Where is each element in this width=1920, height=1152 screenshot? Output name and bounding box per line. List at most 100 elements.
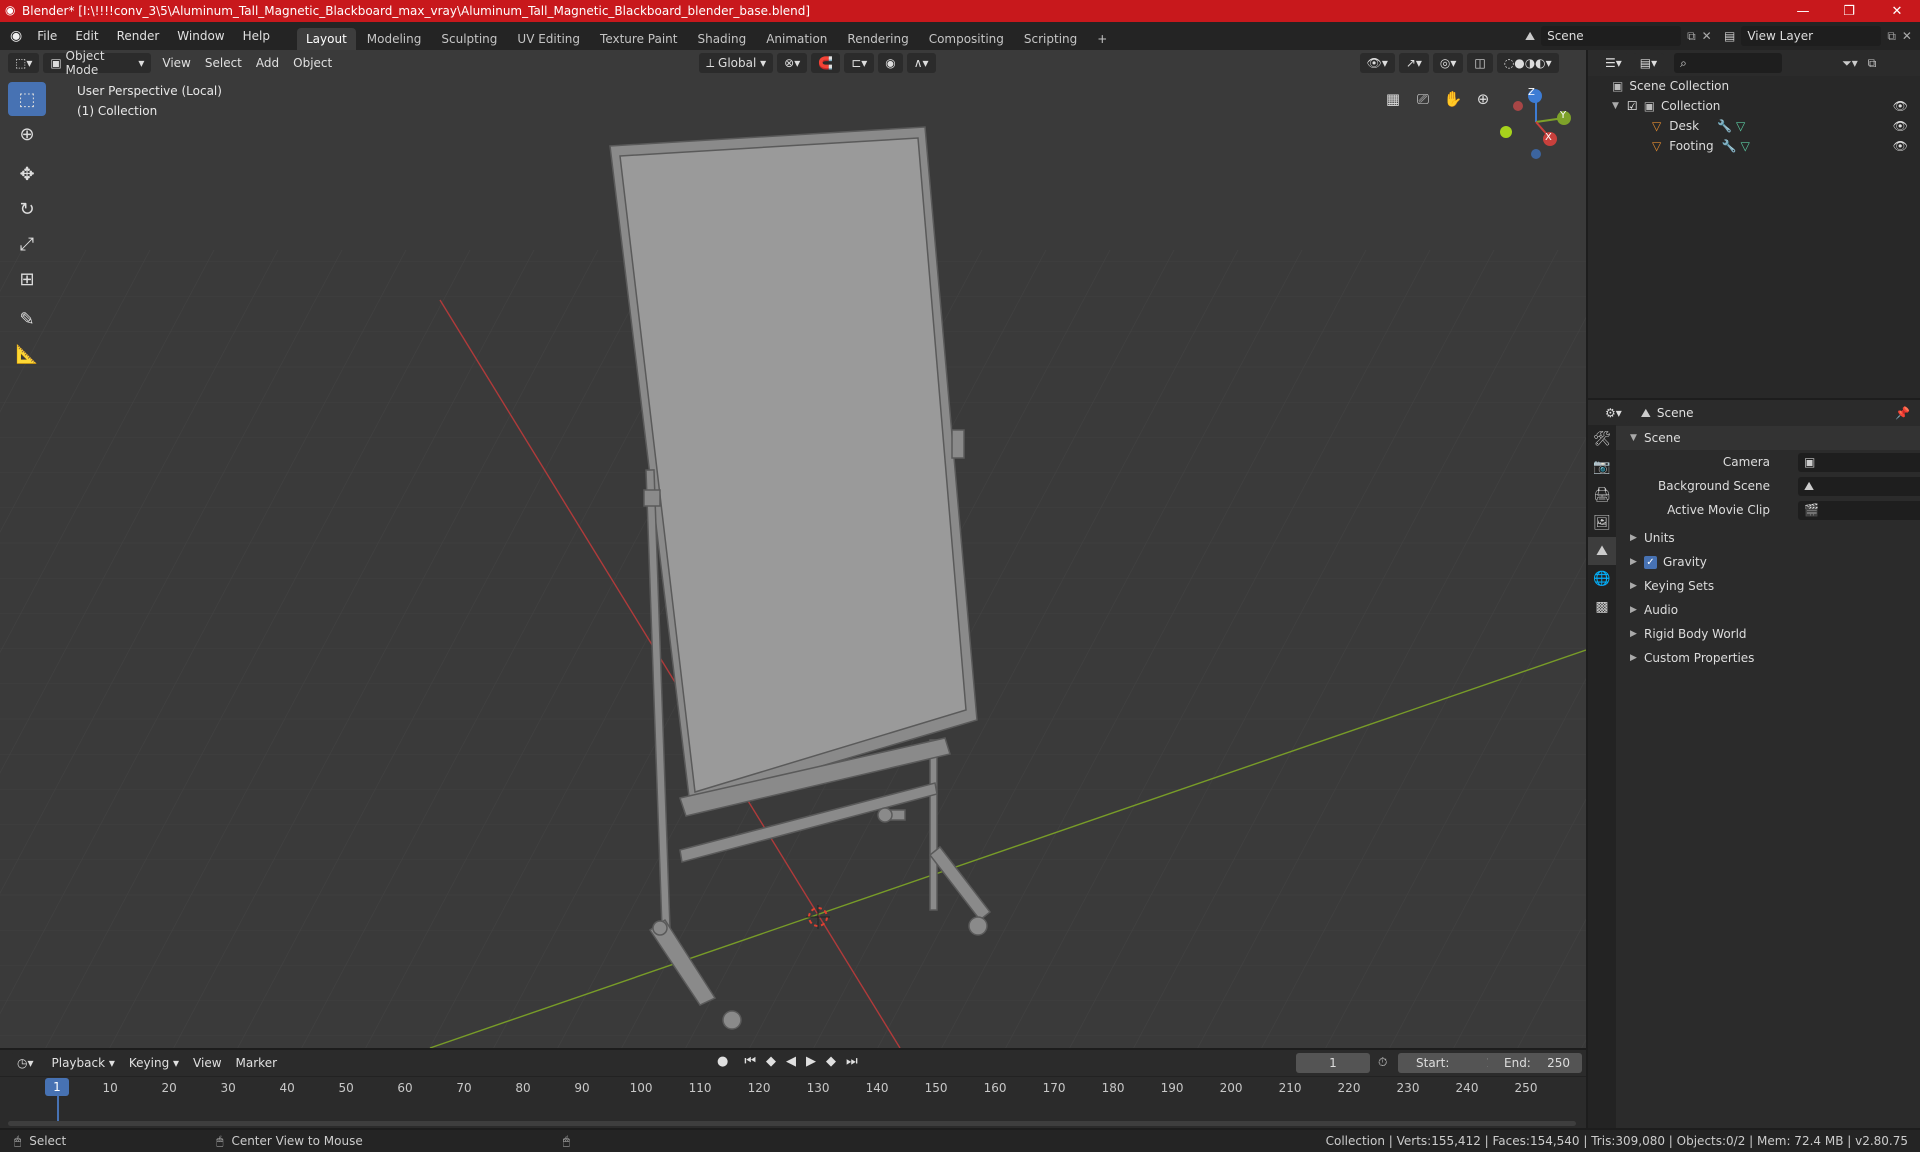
falloff-icon[interactable]: ∧▾ bbox=[906, 53, 936, 73]
scene-panel-header[interactable]: ▼ Scene bbox=[1616, 426, 1920, 450]
timeline-ruler[interactable]: 1102030405060708090100110120130140150160… bbox=[0, 1076, 1586, 1128]
outliner-search-input[interactable]: ⌕ bbox=[1674, 53, 1783, 73]
rotate-tool-icon[interactable]: ↻ bbox=[8, 192, 46, 226]
play-button[interactable]: ▶ bbox=[801, 1054, 821, 1069]
properties-editor-type-icon[interactable]: ⚙▾ bbox=[1598, 403, 1629, 423]
minimize-button[interactable]: — bbox=[1780, 0, 1826, 22]
gravity-checkbox[interactable]: ✓ bbox=[1644, 555, 1657, 569]
menu-help[interactable]: Help bbox=[234, 29, 279, 43]
close-button[interactable]: ✕ bbox=[1874, 0, 1920, 22]
jump-end-button[interactable]: ⏭ bbox=[841, 1054, 863, 1069]
cursor-tool-icon[interactable]: ⊕ bbox=[8, 117, 46, 151]
add-workspace-button[interactable]: + bbox=[1088, 28, 1116, 50]
visibility-eye-icon[interactable]: 👁 bbox=[1893, 99, 1908, 113]
menu-view[interactable]: View bbox=[155, 56, 197, 70]
new-view-layer-icon[interactable]: ⧉ bbox=[1887, 29, 1896, 44]
view-layer-field[interactable]: View Layer bbox=[1741, 26, 1882, 46]
editor-type-icon[interactable]: ⬚▾ bbox=[8, 53, 40, 73]
snap-icon[interactable]: 🧲 bbox=[811, 53, 841, 73]
tool-tab-icon[interactable]: 🛠 bbox=[1588, 425, 1616, 453]
menu-marker[interactable]: Marker bbox=[229, 1056, 284, 1070]
keying-sets-panel-header[interactable]: ▶ Keying Sets bbox=[1616, 574, 1920, 598]
modifier-wrench-icon[interactable]: 🔧 bbox=[1722, 139, 1737, 153]
pivot-icon[interactable]: ⊗▾ bbox=[777, 53, 808, 73]
outliner-item-footing[interactable]: ▽ Footing 🔧 ▽ 👁 bbox=[1588, 136, 1920, 156]
output-tab-icon[interactable]: 🖨 bbox=[1588, 481, 1616, 509]
movie-clip-field[interactable]: 🎬 bbox=[1798, 500, 1920, 520]
mode-dropdown[interactable]: ▣ Object Mode ▾ bbox=[43, 49, 152, 77]
gizmo-x-label[interactable]: X bbox=[1545, 132, 1552, 143]
tab-texture-paint[interactable]: Texture Paint bbox=[591, 28, 686, 50]
menu-timeline-view[interactable]: View bbox=[186, 1056, 228, 1070]
gizmo-y-label[interactable]: Y bbox=[1560, 110, 1566, 121]
rigid-body-world-panel-header[interactable]: ▶ Rigid Body World bbox=[1616, 622, 1920, 646]
scene-tab-icon[interactable]: ⛰ bbox=[1588, 537, 1616, 565]
clock-icon[interactable]: ⏱ bbox=[1378, 1055, 1387, 1070]
custom-properties-panel-header[interactable]: ▶ Custom Properties bbox=[1616, 646, 1920, 670]
tab-layout[interactable]: Layout bbox=[296, 28, 356, 50]
menu-window[interactable]: Window bbox=[168, 29, 233, 43]
mesh-data-icon[interactable]: ▽ bbox=[1741, 139, 1750, 153]
measure-tool-icon[interactable]: 📐 bbox=[8, 337, 46, 371]
view-layer-icon[interactable]: ▤ bbox=[1724, 29, 1735, 43]
collection-row[interactable]: ▼ ☑ ▣ Collection 👁 bbox=[1588, 96, 1920, 116]
outliner-editor-type-icon[interactable]: ☰▾ bbox=[1598, 53, 1629, 73]
move-tool-icon[interactable]: ✥ bbox=[8, 157, 46, 191]
pin-icon[interactable]: 📌 bbox=[1895, 406, 1910, 420]
snap-target-icon[interactable]: ⊏▾ bbox=[844, 53, 875, 73]
jump-start-button[interactable]: ⏮ bbox=[739, 1054, 761, 1069]
end-frame-field[interactable]: End: 250 bbox=[1488, 1053, 1582, 1073]
menu-playback[interactable]: Playback ▾ bbox=[45, 1056, 122, 1070]
visibility-icon[interactable]: 👁▾ bbox=[1359, 53, 1395, 73]
units-panel-header[interactable]: ▶ Units bbox=[1616, 526, 1920, 550]
modifier-wrench-icon[interactable]: 🔧 bbox=[1717, 119, 1732, 133]
filter-icon[interactable]: ⏷▾ bbox=[1842, 56, 1858, 71]
tab-sculpting[interactable]: Sculpting bbox=[432, 28, 506, 50]
play-reverse-button[interactable]: ◀ bbox=[781, 1054, 801, 1069]
scale-tool-icon[interactable]: ⤢ bbox=[8, 227, 46, 261]
render-tab-icon[interactable]: 📷 bbox=[1588, 453, 1616, 481]
select-box-tool-icon[interactable]: ⬚ bbox=[8, 82, 46, 116]
tab-animation[interactable]: Animation bbox=[757, 28, 836, 50]
3d-viewport[interactable]: User Perspective (Local) (1) Collection … bbox=[0, 50, 1586, 1048]
zoom-icon[interactable]: ⊕ bbox=[1470, 86, 1496, 112]
menu-render[interactable]: Render bbox=[108, 29, 169, 43]
record-button[interactable]: ● bbox=[712, 1054, 733, 1069]
remove-scene-icon[interactable]: ✕ bbox=[1702, 29, 1712, 43]
menu-edit[interactable]: Edit bbox=[66, 29, 107, 43]
proportional-edit-icon[interactable]: ◉ bbox=[878, 53, 903, 73]
timeline-scrollbar[interactable] bbox=[8, 1121, 1576, 1126]
mesh-data-icon[interactable]: ▽ bbox=[1736, 119, 1745, 133]
new-collection-icon[interactable]: ⧉ bbox=[1868, 56, 1877, 71]
world-tab-icon[interactable]: 🌐 bbox=[1588, 565, 1616, 593]
collapse-arrow-icon[interactable]: ▼ bbox=[1612, 101, 1619, 111]
scene-selector-icon[interactable]: ⛰ bbox=[1525, 29, 1535, 44]
transform-tool-icon[interactable]: ⊞ bbox=[8, 262, 46, 296]
tab-scripting[interactable]: Scripting bbox=[1015, 28, 1086, 50]
scene-collection-row[interactable]: ▣ Scene Collection bbox=[1588, 76, 1920, 96]
visibility-eye-icon[interactable]: 👁 bbox=[1893, 119, 1908, 133]
collection-checkbox-icon[interactable]: ☑ bbox=[1627, 99, 1638, 113]
prev-keyframe-button[interactable]: ◆ bbox=[761, 1054, 781, 1069]
view-layer-tab-icon[interactable]: 🖼 bbox=[1588, 509, 1616, 537]
restore-button[interactable]: ❐ bbox=[1826, 0, 1872, 22]
tab-uv-editing[interactable]: UV Editing bbox=[508, 28, 589, 50]
gizmo-toggle-icon[interactable]: ↗▾ bbox=[1398, 53, 1429, 73]
blender-menu-icon[interactable]: ◉ bbox=[10, 28, 22, 44]
pan-hand-icon[interactable]: ✋ bbox=[1440, 86, 1466, 112]
new-scene-icon[interactable]: ⧉ bbox=[1687, 29, 1696, 44]
gizmo-z-label[interactable]: Z bbox=[1528, 87, 1535, 98]
next-keyframe-button[interactable]: ◆ bbox=[821, 1054, 841, 1069]
display-mode-icon[interactable]: ▤▾ bbox=[1632, 53, 1665, 73]
camera-field[interactable]: ▣ ✒ bbox=[1798, 452, 1920, 472]
xray-icon[interactable]: ◫ bbox=[1467, 53, 1493, 73]
tab-modeling[interactable]: Modeling bbox=[358, 28, 431, 50]
gravity-panel-header[interactable]: ▶ ✓ Gravity bbox=[1616, 550, 1920, 574]
audio-panel-header[interactable]: ▶ Audio bbox=[1616, 598, 1920, 622]
outliner-item-desk[interactable]: ▽ Desk 🔧 ▽ 👁 bbox=[1588, 116, 1920, 136]
texture-tab-icon[interactable]: ▩ bbox=[1588, 593, 1616, 621]
menu-keying[interactable]: Keying ▾ bbox=[122, 1056, 186, 1070]
menu-file[interactable]: File bbox=[28, 29, 66, 43]
background-scene-field[interactable]: ⛰ bbox=[1798, 476, 1920, 496]
shading-modes-icon[interactable]: ◌●◑◐▾ bbox=[1496, 53, 1559, 73]
